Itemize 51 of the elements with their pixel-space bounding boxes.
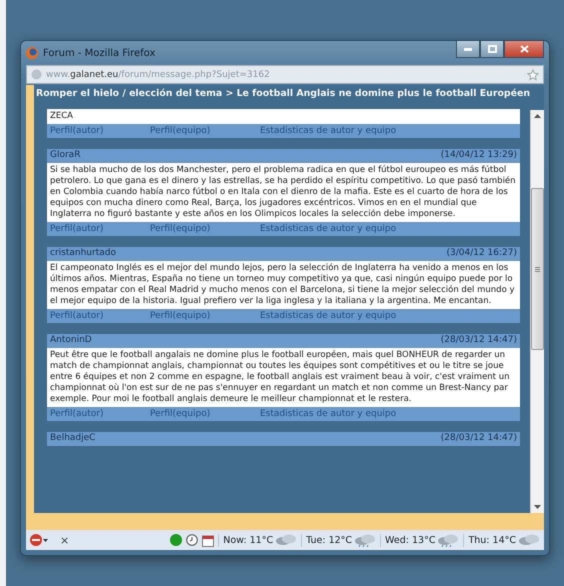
post-date: (3/04/12 16:27) [446, 248, 517, 260]
post-date: (28/03/12 14:47) [440, 335, 517, 347]
stop-sign-icon[interactable] [30, 534, 48, 546]
profile-link[interactable]: Perfil(equipo) [150, 126, 260, 136]
author-name: GloraR [50, 150, 80, 162]
post-body: Si se habla mucho de los dos Manchester, pero el problema radica en que el fútbol euroupeo es más fútbol petrolero. Lo que gana es el dinero y las estrellas, se ha perdido el espíritu competitivo. Lo que pasó también en Colombia cuando había narco fútbol o en Itala con el dienro de la mafia. Este es el cuarto de hora de los equipos con mucha dinero como Real, Barça, los jugadores excéntricos. Vimos en en el mundial que Inglaterra no figuró bastante y este años en los Olimpicos locales la selección debe imponerse. [47, 163, 520, 222]
cloud-icon [275, 534, 298, 546]
post-date: (28/03/12 14:47) [440, 433, 517, 445]
scroll-up-icon[interactable] [534, 113, 541, 118]
status-dot-icon [170, 534, 182, 546]
post-body: ZECA [47, 109, 520, 124]
profile-link[interactable]: Perfil(autor) [50, 126, 150, 136]
calendar-icon[interactable] [202, 534, 214, 546]
profile-link[interactable]: Estadisticas de autor y equipo [260, 409, 460, 419]
post-body: Peut être que le football angalais ne domine plus le football européen, mais quel BONHEUR de regarder un match de championnat anglais, championnat ou toutes les équipes sont compétitives et ou le titre se joue entre 6 équipes et non 2 comme en espagne, le football anglais est vraiment beau à voir, c'est vraiment un championnat où l'on est sur de ne pas s'ennuyer en regardant un match et non comme un Brest-Nancy par exemple. Pour moi le football anglais demeure le meilleur championnat et le restera. [47, 348, 520, 407]
scrollbar[interactable] [530, 110, 544, 513]
rain-cloud-icon [354, 534, 376, 546]
window-title: Forum - Mozilla Firefox [43, 48, 156, 58]
profile-link[interactable]: Perfil(equipo) [150, 224, 260, 234]
profile-link[interactable]: Perfil(equipo) [150, 409, 260, 419]
profile-link[interactable]: Perfil(autor) [50, 409, 150, 419]
maximize-icon [488, 45, 496, 53]
address-bar[interactable]: www.galanet.eu/forum/message.php?Sujet=3162 [26, 65, 544, 84]
maximize-button[interactable] [480, 41, 504, 58]
profile-link[interactable]: Perfil(autor) [50, 311, 150, 321]
profile-link[interactable]: Perfil(autor) [50, 224, 150, 234]
rain-cloud-icon [437, 534, 460, 546]
weather-item[interactable]: Wed: 13°C [380, 534, 460, 546]
scroll-down-icon[interactable] [534, 505, 541, 510]
browser-logo-icon [26, 47, 38, 59]
breadcrumb: Romper el hielo / elección del tema > Le football Anglais ne domine plus le football Européen [35, 87, 530, 101]
clock-icon[interactable] [186, 534, 198, 546]
close-icon [520, 45, 528, 53]
profile-link[interactable]: Estadisticas de autor y equipo [260, 311, 460, 321]
profile-link[interactable]: Estadisticas de autor y equipo [260, 126, 460, 136]
profile-link[interactable]: Estadisticas de autor y equipo [260, 224, 460, 234]
grip-icon [535, 266, 540, 272]
author-name: AntoninD [50, 335, 92, 347]
close-icon[interactable]: × [60, 534, 70, 546]
weather-item[interactable]: Thu: 14°C [463, 534, 540, 546]
post-body: El campeonato Inglés es el mejor del mundo lejos, pero la selección de Inglaterra ha venido a menos en los últimos años. Mientras, España no tiene un torneo muy competitivo ya que, casi ningún equipo puede por lo menos empatar con el Real Madrid y mucho menos con el Barcelona, si tiene la mejor selección del mundo y el mejor equipo de la historia. Igual prefiero ver la liga inglesa y la italiana y la argentina. Me encantan. [47, 261, 520, 309]
minimize-icon [464, 48, 472, 50]
profile-link[interactable]: Perfil(equipo) [150, 311, 260, 321]
cloud-icon [518, 534, 540, 546]
weather-item[interactable]: Now: 11°C [218, 534, 298, 546]
author-name: cristanhurtado [50, 248, 116, 260]
post-date: (14/04/12 13:29) [440, 150, 517, 162]
weather-item[interactable]: Tue: 12°C [301, 534, 376, 546]
minimize-button[interactable] [456, 41, 480, 58]
close-button[interactable] [504, 41, 544, 58]
author-name: BelhadjeC [50, 433, 96, 445]
